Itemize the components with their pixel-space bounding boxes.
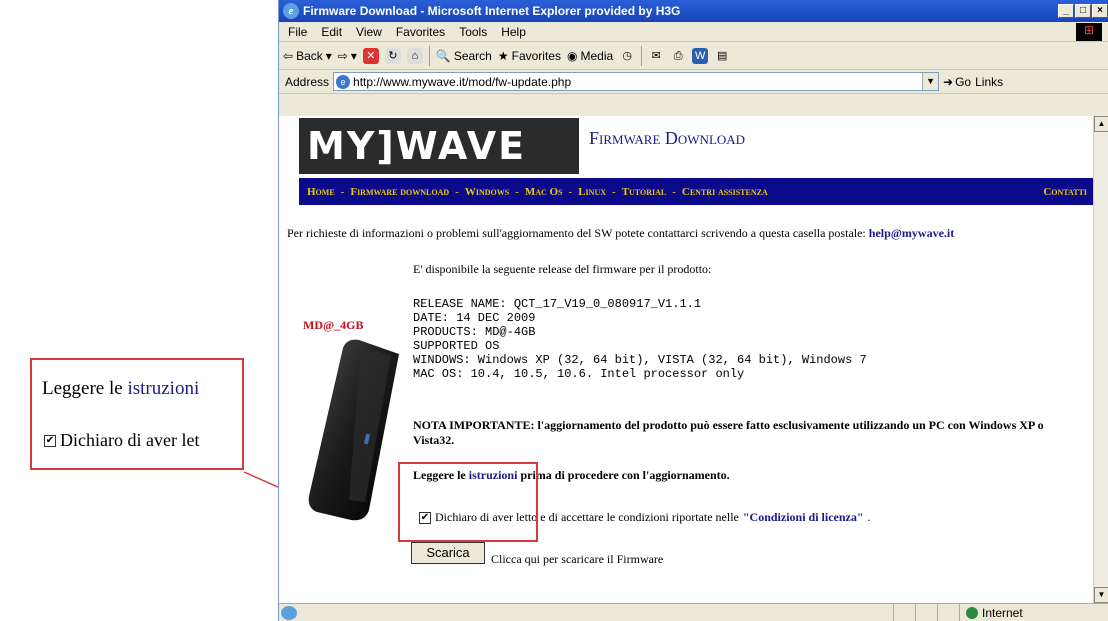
callout-checkbox: ✔ [44, 434, 56, 447]
maximize-button[interactable]: □ [1075, 4, 1091, 18]
product-label: MD@_4GB [303, 318, 364, 332]
discuss-icon[interactable]: ▤ [714, 48, 730, 64]
back-button[interactable]: ⇦ Back ▾ [283, 49, 332, 63]
address-label: Address [285, 74, 330, 89]
site-title: Firmware Download [589, 128, 746, 148]
license-conditions-link[interactable]: "Condizioni di licenza" [743, 510, 864, 525]
scroll-up-icon[interactable]: ▲ [1094, 116, 1108, 132]
menu-favorites[interactable]: Favorites [389, 25, 452, 39]
menu-help[interactable]: Help [494, 25, 533, 39]
download-hint: Clicca qui per scaricare il Firmware [491, 552, 664, 566]
highlight-box [398, 462, 538, 542]
callout-read-instructions: Leggere le istruzioni [42, 378, 199, 400]
vertical-scrollbar[interactable]: ▲ ▼ [1093, 116, 1108, 603]
close-button[interactable]: × [1092, 4, 1108, 18]
nav-linux[interactable]: Linux [578, 186, 606, 198]
menu-edit[interactable]: Edit [314, 25, 349, 39]
links-button[interactable]: Links [975, 75, 1003, 89]
home-icon[interactable]: ⌂ [406, 47, 423, 64]
release-name: RELEASE NAME: QCT_17_V19_0_080917_V1.1.1 [413, 297, 702, 311]
search-button[interactable]: 🔍 Search [436, 49, 492, 63]
release-products: PRODUCTS: MD@-4GB [413, 325, 536, 339]
nav-bar: Home - Firmware download - Windows - Mac Os… [299, 178, 1093, 205]
history-icon[interactable]: ◷ [619, 48, 635, 64]
media-icon: ◉ [566, 48, 578, 63]
nav-contatti[interactable]: Contatti [1043, 186, 1093, 198]
favorites-button[interactable]: ★ Favorites [498, 49, 561, 63]
favorites-icon: ★ [497, 48, 509, 63]
windows-logo-icon: ⊞ [1076, 23, 1102, 41]
mywave-logo: MY]WAVE [299, 118, 579, 174]
internet-zone-icon [966, 606, 978, 619]
toolbar-separator [428, 45, 430, 66]
search-icon: 🔍 [435, 48, 451, 63]
mail-icon[interactable]: ✉ [648, 48, 664, 64]
usb-modem-image [308, 339, 399, 521]
stop-icon[interactable]: ✕ [362, 47, 379, 64]
go-arrow-icon: ➜ [943, 74, 954, 89]
release-details: RELEASE NAME: QCT_17_V19_0_080917_V1.1.1… [413, 297, 867, 381]
go-button[interactable]: ➜ Go [943, 75, 971, 89]
nav-windows[interactable]: Windows [465, 186, 509, 198]
address-dropdown-icon[interactable]: ▼ [922, 73, 939, 90]
menu-bar: File Edit View Favorites Tools Help ⊞ [279, 22, 1108, 42]
status-cell [893, 603, 915, 621]
forward-arrow-icon: ⇨ [337, 48, 348, 63]
address-url[interactable]: http://www.mywave.it/mod/fw-update.php [353, 75, 919, 89]
title-bar: e Firmware Download - Microsoft Internet… [279, 0, 1108, 22]
nav-home[interactable]: Home [307, 186, 335, 198]
refresh-icon[interactable]: ↻ [384, 47, 401, 64]
media-button[interactable]: ◉ Media [567, 49, 613, 63]
callout-instructions-link: istruzioni [127, 378, 200, 399]
ie-logo-icon: e [283, 3, 299, 19]
back-arrow-icon: ⇦ [283, 48, 294, 63]
available-release-text: E' disponibile la seguente release del f… [413, 262, 712, 276]
address-bar: Address e http://www.mywave.it/mod/fw-up… [279, 70, 1108, 94]
zoom-callout: Leggere le istruzioni ✔ Dichiaro di aver… [30, 358, 244, 470]
callout-declaration: ✔ Dichiaro di aver let [44, 430, 199, 451]
page-icon: e [336, 74, 351, 89]
minimize-button[interactable]: _ [1058, 4, 1074, 18]
release-supported-os: SUPPORTED OS [413, 339, 500, 353]
nav-tutorial[interactable]: Tutorial [622, 186, 667, 198]
menu-view[interactable]: View [349, 25, 389, 39]
status-bar: Internet [279, 603, 1108, 621]
release-windows: WINDOWS: Windows XP (32, 64 bit), VISTA … [413, 353, 867, 367]
nav-mac-os[interactable]: Mac Os [525, 186, 563, 198]
print-icon[interactable]: ⎙ [670, 48, 686, 64]
forward-button[interactable]: ⇨ ▾ [338, 49, 357, 63]
nav-centri-assistenza[interactable]: Centri assistenza [682, 186, 768, 198]
address-input[interactable]: e http://www.mywave.it/mod/fw-update.php… [333, 72, 940, 91]
status-cell [937, 603, 959, 621]
toolbar-separator [641, 45, 643, 66]
callout-declaration-text: Dichiaro di aver let [60, 430, 200, 450]
release-date: DATE: 14 DEC 2009 [413, 311, 536, 325]
status-page-icon [281, 605, 297, 620]
support-email-link[interactable]: help@mywave.it [869, 226, 955, 240]
menu-file[interactable]: File [281, 25, 314, 39]
security-zone: Internet [959, 603, 1108, 621]
word-edit-icon[interactable]: W [692, 47, 709, 64]
release-mac-os: MAC OS: 10.4, 10.5, 10.6. Intel processo… [413, 367, 745, 381]
window-title: Firmware Download - Microsoft Internet E… [303, 4, 681, 18]
scroll-down-icon[interactable]: ▼ [1094, 587, 1108, 603]
toolbar: ⇦ Back ▾ ⇨ ▾ ✕ ↻ ⌂ 🔍 Search ★ Favorites ◉ Me… [279, 42, 1108, 70]
callout-read-text: Leggere le [42, 378, 128, 399]
menu-tools[interactable]: Tools [452, 25, 494, 39]
status-cell [915, 603, 937, 621]
info-paragraph: Per richieste di informazioni o problemi… [287, 226, 955, 240]
important-note: NOTA IMPORTANTE: l'aggiornamento del pro… [413, 418, 1044, 447]
nav-firmware-download[interactable]: Firmware download [350, 186, 449, 198]
download-button[interactable]: Scarica [411, 542, 485, 564]
